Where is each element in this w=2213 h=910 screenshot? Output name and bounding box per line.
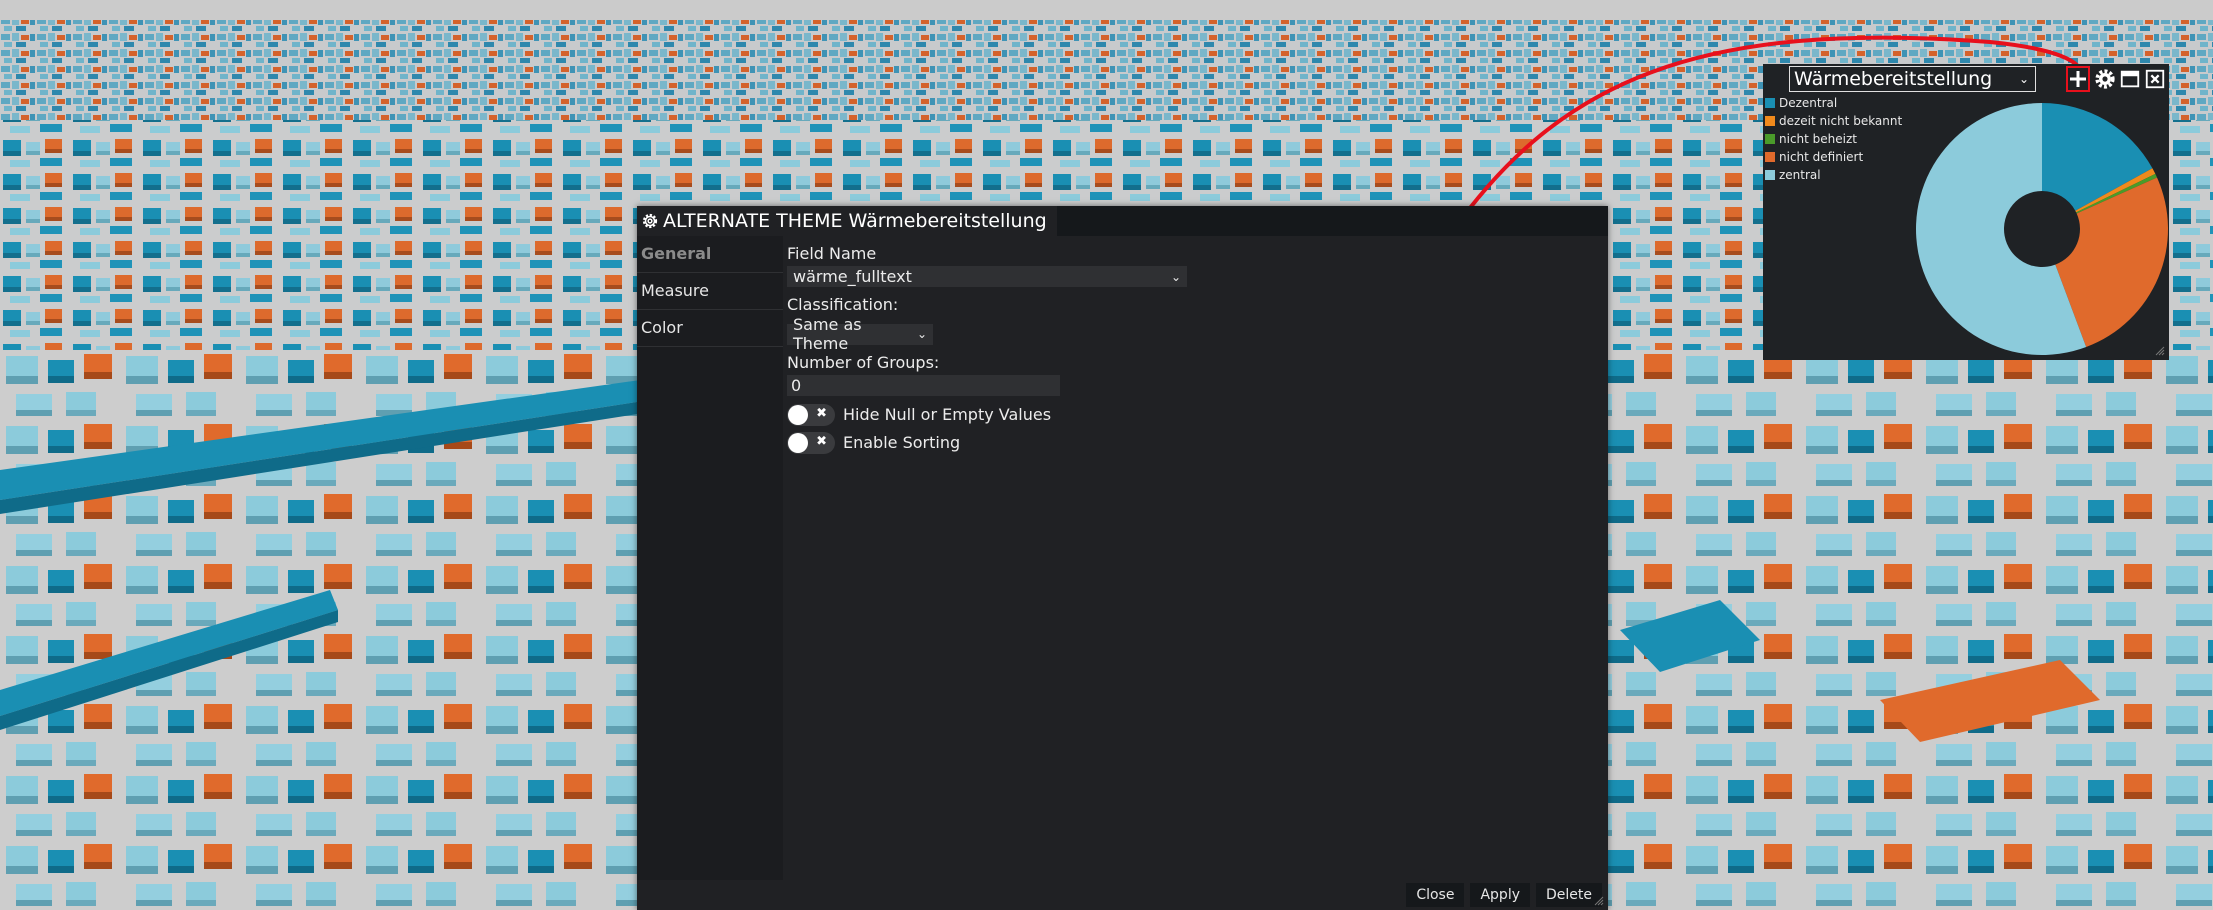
groups-input[interactable]: 0 bbox=[787, 374, 1060, 396]
toggle-knob bbox=[788, 404, 808, 425]
legend-item[interactable]: Dezentral bbox=[1765, 94, 1902, 112]
toggle-knob bbox=[788, 432, 808, 453]
enable-sorting-toggle[interactable]: ✖ bbox=[787, 431, 835, 454]
nav-item-measure[interactable]: Measure bbox=[637, 273, 783, 310]
chevron-down-icon: ⌄ bbox=[2018, 72, 2029, 86]
legend-swatch bbox=[1765, 134, 1775, 144]
classification-label: Classification: bbox=[787, 295, 899, 314]
chevron-down-icon: ⌄ bbox=[1170, 269, 1181, 284]
legend-label: nicht definiert bbox=[1779, 150, 1864, 164]
legend-swatch bbox=[1765, 170, 1775, 180]
legend-label: nicht beheizt bbox=[1779, 132, 1857, 146]
nav-item-color[interactable]: Color bbox=[637, 310, 783, 347]
chart-theme-value: Wärmebereitstellung bbox=[1794, 68, 1993, 90]
resize-handle-icon[interactable] bbox=[2155, 346, 2165, 356]
enable-sorting-label: Enable Sorting bbox=[843, 433, 961, 452]
legend-swatch bbox=[1765, 152, 1775, 162]
classification-select[interactable]: Same as Theme ⌄ bbox=[787, 315, 933, 353]
hide-null-toggle[interactable]: ✖ bbox=[787, 403, 835, 426]
legend-label: Dezentral bbox=[1779, 96, 1838, 110]
legend-swatch bbox=[1765, 98, 1775, 108]
hide-null-row: ✖ Hide Null or Empty Values bbox=[787, 402, 1608, 428]
apply-button[interactable]: Apply bbox=[1470, 883, 1530, 907]
classification-value: Same as Theme bbox=[793, 315, 862, 353]
dialog-sidenav: General Measure Color bbox=[637, 236, 783, 880]
hide-null-label: Hide Null or Empty Values bbox=[843, 405, 1052, 424]
legend-label: zentral bbox=[1779, 168, 1821, 182]
dialog-title-tab: ALTERNATE THEME Wärmebereitstellung bbox=[637, 206, 1057, 236]
general-settings-pane: Field Name wärme_fulltext ⌄ Classificati… bbox=[787, 236, 1608, 880]
nav-item-general[interactable]: General bbox=[637, 236, 783, 273]
enable-sorting-row: ✖ Enable Sorting bbox=[787, 430, 1608, 456]
gear-icon bbox=[642, 213, 658, 229]
dialog-footer: Close Apply Delete bbox=[637, 880, 1608, 910]
window-icon[interactable] bbox=[2119, 68, 2141, 90]
add-chart-button[interactable] bbox=[2066, 66, 2090, 92]
dialog-title: ALTERNATE THEME Wärmebereitstellung bbox=[663, 210, 1047, 232]
groups-label: Number of Groups: bbox=[787, 352, 940, 372]
chevron-down-icon: ⌄ bbox=[916, 327, 927, 341]
legend-item[interactable]: nicht beheizt bbox=[1765, 130, 1902, 148]
field-name-value: wärme_fulltext bbox=[793, 267, 912, 286]
legend-label: dezeit nicht bekannt bbox=[1779, 114, 1903, 128]
chart-panel: Wärmebereitstellung ⌄ Dezentral dezeit ni… bbox=[1763, 64, 2169, 360]
plus-icon bbox=[2070, 71, 2086, 87]
dialog-titlebar[interactable]: ALTERNATE THEME Wärmebereitstellung bbox=[637, 206, 1608, 236]
legend-item[interactable]: dezeit nicht bekannt bbox=[1765, 112, 1902, 130]
chart-theme-select[interactable]: Wärmebereitstellung ⌄ bbox=[1789, 66, 2036, 92]
close-icon[interactable] bbox=[2144, 68, 2166, 90]
chart-legend: Dezentral dezeit nicht bekannt nicht behei… bbox=[1765, 94, 1902, 184]
donut-chart[interactable] bbox=[1915, 102, 2169, 356]
resize-handle-icon[interactable] bbox=[1594, 896, 1604, 906]
close-button[interactable]: Close bbox=[1406, 883, 1465, 907]
alternate-theme-dialog: ALTERNATE THEME Wärmebereitstellung Gene… bbox=[637, 206, 1608, 910]
gear-icon[interactable] bbox=[2094, 68, 2116, 90]
field-name-select[interactable]: wärme_fulltext ⌄ bbox=[787, 266, 1187, 287]
field-name-label: Field Name bbox=[787, 244, 877, 263]
legend-swatch bbox=[1765, 116, 1775, 126]
x-icon: ✖ bbox=[816, 405, 827, 421]
delete-button[interactable]: Delete bbox=[1536, 883, 1602, 907]
legend-item[interactable]: nicht definiert bbox=[1765, 148, 1902, 166]
legend-item[interactable]: zentral bbox=[1765, 166, 1902, 184]
x-icon: ✖ bbox=[816, 433, 827, 449]
